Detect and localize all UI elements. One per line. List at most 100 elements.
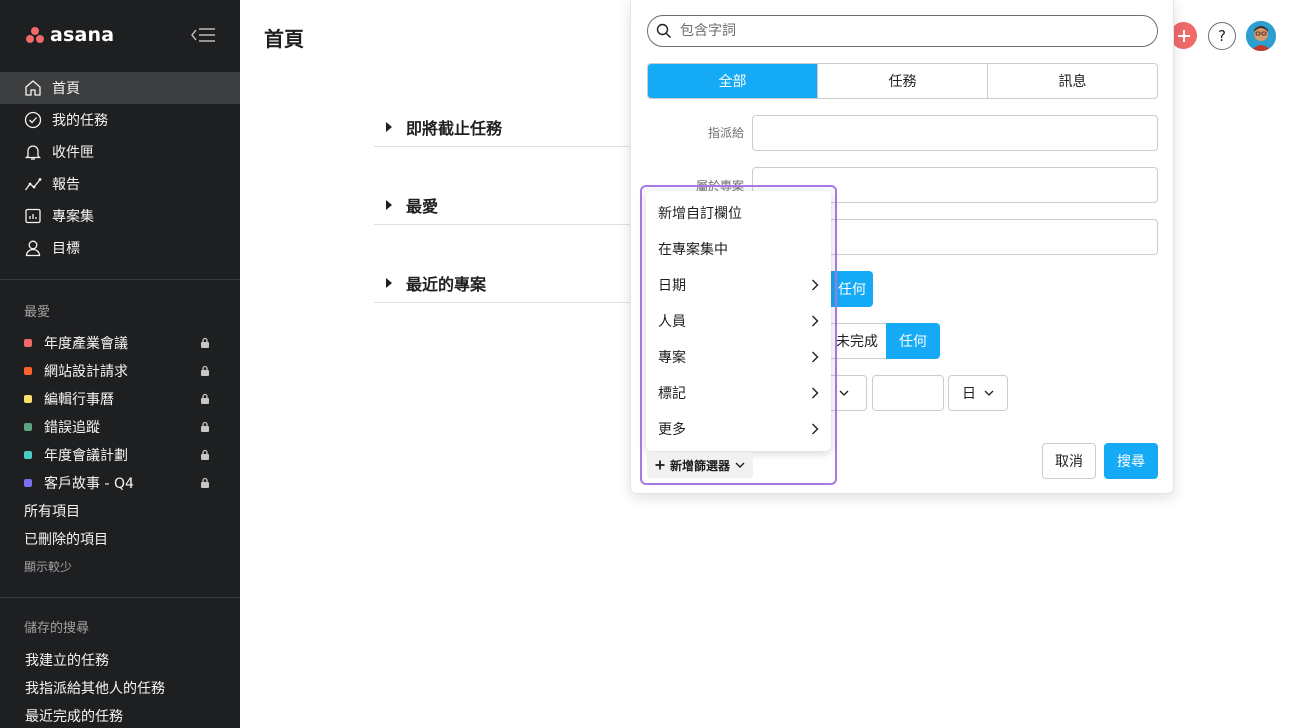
sidebar-divider — [0, 597, 240, 598]
assigned-to-field[interactable] — [752, 115, 1158, 151]
favorite-project[interactable]: 編輯行事曆 — [0, 385, 240, 413]
bell-icon — [24, 143, 42, 161]
lock-icon — [201, 393, 209, 404]
menu-item-label: 更多 — [658, 422, 686, 438]
menu-item-more[interactable]: 更多 — [646, 411, 831, 447]
plus-icon — [1177, 29, 1190, 42]
section-label: 即將截止任務 — [406, 118, 503, 138]
collapse-sidebar-icon[interactable] — [190, 24, 218, 46]
menu-item-tags[interactable]: 標記 — [646, 375, 831, 411]
project-color-dot — [24, 339, 32, 347]
all-items-link[interactable]: 所有項目 — [0, 497, 240, 525]
favorite-label: 年度產業會議 — [44, 336, 128, 352]
sidebar-item-portfolios[interactable]: 專案集 — [0, 200, 240, 232]
search-input[interactable] — [680, 23, 1140, 39]
favorite-project[interactable]: 錯誤追蹤 — [0, 413, 240, 441]
tab-messages[interactable]: 訊息 — [987, 64, 1157, 98]
page-title: 首頁 — [264, 27, 304, 51]
sidebar-item-goals[interactable]: 目標 — [0, 232, 240, 264]
saved-search-item[interactable]: 最近完成的任務 — [0, 702, 240, 728]
favorite-project[interactable]: 年度產業會議 — [0, 329, 240, 357]
sidebar-item-home[interactable]: 首頁 — [0, 72, 240, 104]
favorite-project[interactable]: 客戶故事 - Q4 — [0, 469, 240, 497]
lock-icon — [201, 477, 209, 488]
project-color-dot — [24, 395, 32, 403]
menu-item-dates[interactable]: 日期 — [646, 267, 831, 303]
plus-icon — [655, 460, 665, 470]
sidebar-item-inbox[interactable]: 收件匣 — [0, 136, 240, 168]
sidebar-item-reports[interactable]: 報告 — [0, 168, 240, 200]
deleted-items-link[interactable]: 已刪除的項目 — [0, 525, 240, 553]
show-less-link[interactable]: 顯示較少 — [0, 553, 240, 579]
help-button[interactable]: ? — [1208, 22, 1236, 50]
menu-item-label: 新增自訂欄位 — [658, 206, 742, 222]
project-color-dot — [24, 423, 32, 431]
saved-searches-title: 儲存的搜尋 — [24, 621, 90, 636]
tab-all[interactable]: 全部 — [648, 64, 817, 98]
lock-icon — [201, 365, 209, 376]
lock-icon — [201, 449, 209, 460]
chevron-right-icon — [812, 351, 819, 363]
chevron-down-icon — [735, 462, 745, 468]
section-label: 最愛 — [406, 196, 439, 216]
expand-triangle-icon — [386, 277, 392, 288]
sidebar-item-my-tasks[interactable]: 我的任務 — [0, 104, 240, 136]
asana-logo[interactable]: asana — [26, 24, 114, 46]
tab-tasks[interactable]: 任務 — [817, 64, 987, 98]
any-status-option-button[interactable]: 任何 — [886, 323, 940, 359]
chevron-right-icon — [812, 387, 819, 399]
sidebar-nav: 首頁 我的任務 收件匣 報告 專案集 目標 — [0, 72, 240, 264]
sidebar-item-label: 收件匣 — [52, 145, 94, 161]
chevron-right-icon — [812, 315, 819, 327]
user-avatar-icon — [1246, 21, 1276, 51]
search-button[interactable]: 搜尋 — [1104, 443, 1158, 479]
menu-item-label: 日期 — [658, 278, 686, 294]
project-color-dot — [24, 367, 32, 375]
favorite-project[interactable]: 年度會議計劃 — [0, 441, 240, 469]
saved-search-item[interactable]: 我建立的任務 — [0, 646, 240, 674]
favorite-label: 編輯行事曆 — [44, 392, 114, 408]
asana-logo-icon — [26, 27, 44, 43]
expand-triangle-icon — [386, 199, 392, 210]
avatar[interactable] — [1246, 21, 1276, 51]
add-filter-button[interactable]: 新增篩選器 — [647, 452, 754, 478]
menu-item-add-custom-field[interactable]: 新增自訂欄位 — [646, 195, 831, 231]
person-icon — [24, 239, 42, 257]
check-circle-icon — [24, 111, 42, 129]
menu-item-in-portfolio[interactable]: 在專案集中 — [646, 231, 831, 267]
sidebar-item-label: 首頁 — [52, 81, 80, 97]
chevron-right-icon — [812, 279, 819, 291]
cancel-button[interactable]: 取消 — [1042, 443, 1096, 479]
sidebar: asana 首頁 我的任務 收件匣 報告 專案集 目標 最愛 年度產業會議 網站… — [0, 0, 240, 728]
saved-searches-list: 我建立的任務 我指派給其他人的任務 最近完成的任務 — [0, 646, 240, 728]
search-input-wrapper[interactable] — [647, 15, 1158, 47]
menu-item-label: 專案 — [658, 350, 686, 366]
assigned-to-label: 指派給 — [707, 126, 744, 140]
add-filter-menu: 新增自訂欄位 在專案集中 日期 人員 專案 標記 更多 — [646, 191, 831, 451]
lock-icon — [201, 421, 209, 432]
add-filter-label: 新增篩選器 — [670, 458, 731, 473]
section-upcoming-tasks[interactable]: 即將截止任務 — [374, 107, 630, 147]
menu-item-people[interactable]: 人員 — [646, 303, 831, 339]
lock-icon — [201, 337, 209, 348]
project-color-dot — [24, 451, 32, 459]
favorite-label: 客戶故事 - Q4 — [44, 476, 134, 492]
chevron-down-icon — [839, 390, 848, 396]
menu-item-label: 標記 — [658, 386, 686, 402]
menu-item-projects[interactable]: 專案 — [646, 339, 831, 375]
favorites-title: 最愛 — [24, 305, 51, 320]
any-option-button[interactable]: 任何 — [831, 271, 873, 307]
favorite-label: 錯誤追蹤 — [44, 420, 100, 436]
chevron-down-icon — [984, 390, 994, 396]
section-recent-projects[interactable]: 最近的專案 — [374, 263, 630, 303]
section-favorites[interactable]: 最愛 — [374, 185, 630, 225]
favorites-list: 年度產業會議 網站設計請求 編輯行事曆 錯誤追蹤 年度會議計劃 客戶故事 - Q… — [0, 329, 240, 579]
favorite-label: 網站設計請求 — [44, 364, 128, 380]
expand-triangle-icon — [386, 121, 392, 132]
date-number-input[interactable] — [872, 375, 944, 411]
quick-add-button[interactable] — [1170, 22, 1197, 49]
date-unit-dropdown[interactable]: 日 — [948, 375, 1008, 411]
favorite-project[interactable]: 網站設計請求 — [0, 357, 240, 385]
saved-search-item[interactable]: 我指派給其他人的任務 — [0, 674, 240, 702]
line-chart-icon — [24, 175, 42, 193]
